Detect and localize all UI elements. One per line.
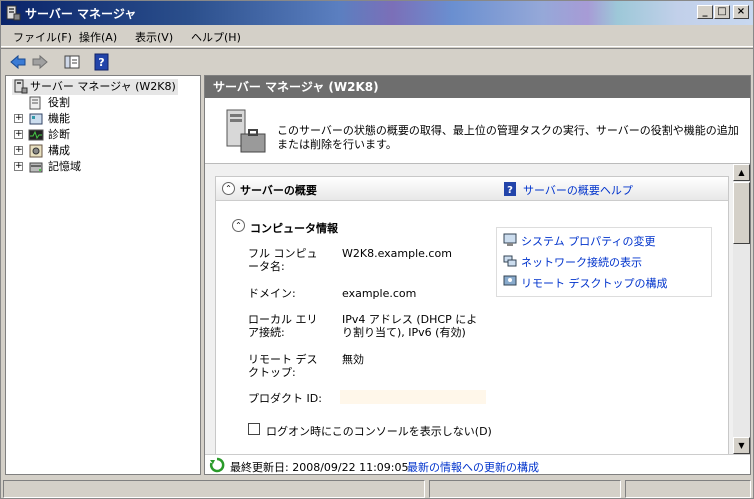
menu-file[interactable]: ファイル(F) bbox=[13, 29, 72, 45]
vertical-scrollbar[interactable]: ▲ ▼ bbox=[733, 164, 750, 454]
description-text: このサーバーの状態の概要の取得、最上位の管理タスクの実行、サーバーの役割や機能の… bbox=[277, 124, 739, 151]
menu-bar: ファイル(F) 操作(A) 表示(V) ヘルプ(H) bbox=[1, 25, 753, 47]
details-header: サーバー マネージャ (W2K8) bbox=[205, 76, 750, 98]
network-connections-link[interactable]: ネットワーク接続の表示 bbox=[521, 254, 642, 270]
product-id-label: プロダクト ID: bbox=[248, 392, 322, 405]
tree-item-label: 機能 bbox=[48, 112, 70, 125]
help-book-icon: ? bbox=[504, 182, 516, 196]
back-arrow-icon[interactable] bbox=[9, 53, 27, 71]
expand-storage-icon[interactable]: + bbox=[14, 162, 23, 171]
forward-arrow-icon[interactable] bbox=[31, 53, 49, 71]
scroll-thumb[interactable] bbox=[733, 182, 750, 244]
network-connections-icon bbox=[503, 255, 517, 267]
tree-root-label: サーバー マネージャ (W2K8) bbox=[30, 80, 176, 93]
hide-console-checkbox-label[interactable]: ログオン時にこのコンソールを表示しない(D) bbox=[266, 423, 492, 439]
storage-icon bbox=[29, 162, 43, 173]
full-computer-name-label: フル コンピュータ名: bbox=[248, 247, 318, 273]
local-area-connection-label: ローカル エリア接続: bbox=[248, 313, 318, 339]
tree-item-label: 役割 bbox=[48, 96, 70, 109]
product-id-value bbox=[340, 390, 486, 404]
tree-item-configuration[interactable]: 構成 bbox=[28, 143, 70, 159]
expand-diagnostics-icon[interactable]: + bbox=[14, 130, 23, 139]
menu-view[interactable]: 表示(V) bbox=[135, 29, 173, 45]
help-icon[interactable]: ? bbox=[93, 53, 111, 71]
computer-info-title: コンピュータ情報 bbox=[250, 222, 338, 235]
remote-desktop-label: リモート デスクトップ: bbox=[248, 353, 318, 379]
tree-item-features[interactable]: 機能 bbox=[28, 111, 70, 127]
refresh-status-bar: 最終更新日: 2008/09/22 11:09:05 最新の情報への更新の構成 bbox=[205, 454, 750, 474]
tree-root[interactable]: サーバー マネージャ (W2K8) bbox=[12, 79, 178, 95]
tasks-box: システム プロパティの変更 ネットワーク接続の表示 リモート デスクトップの構成 bbox=[496, 227, 712, 297]
server-summary-title: サーバーの概要 bbox=[240, 184, 317, 197]
tree-item-label: 構成 bbox=[48, 144, 70, 157]
configuration-icon bbox=[29, 144, 43, 158]
roles-icon bbox=[29, 96, 41, 110]
maximize-button[interactable]: □ bbox=[714, 5, 730, 19]
expand-configuration-icon[interactable]: + bbox=[14, 146, 23, 155]
domain-label: ドメイン: bbox=[248, 287, 296, 300]
full-computer-name-value: W2K8.example.com bbox=[342, 247, 452, 260]
remote-desktop-icon bbox=[503, 275, 517, 286]
console-tree: サーバー マネージャ (W2K8) 役割 + 機能 + 診断 + 構成 + 記憶… bbox=[5, 75, 201, 475]
svg-text:?: ? bbox=[98, 56, 104, 69]
status-cell-1 bbox=[3, 480, 425, 498]
collapse-summary-icon[interactable]: ⌃ bbox=[222, 182, 235, 195]
collapse-computer-info-icon[interactable]: ⌃ bbox=[232, 219, 245, 232]
server-summary-panel: ⌃ サーバーの概要 ? サーバーの概要ヘルプ ⌃ コンピュータ情報 フル コンピ… bbox=[215, 176, 729, 454]
content-scroll-area: ⌃ サーバーの概要 ? サーバーの概要ヘルプ ⌃ コンピュータ情報 フル コンピ… bbox=[205, 164, 750, 454]
remote-desktop-config-link[interactable]: リモート デスクトップの構成 bbox=[521, 275, 668, 291]
server-manager-icon bbox=[6, 5, 21, 21]
tree-item-roles[interactable]: 役割 bbox=[28, 95, 70, 111]
tree-item-diagnostics[interactable]: 診断 bbox=[28, 127, 70, 143]
configure-refresh-link[interactable]: 最新の情報への更新の構成 bbox=[407, 459, 539, 475]
tree-item-label: 記憶域 bbox=[48, 160, 81, 173]
hide-console-checkbox[interactable] bbox=[248, 423, 260, 435]
menu-help[interactable]: ヘルプ(H) bbox=[191, 29, 241, 45]
description-area: このサーバーの状態の概要の取得、最上位の管理タスクの実行、サーバーの役割や機能の… bbox=[205, 98, 750, 164]
local-area-connection-value: IPv4 アドレス (DHCP により割り当て), IPv6 (有効) bbox=[342, 313, 478, 339]
remote-desktop-value: 無効 bbox=[342, 353, 364, 366]
title-bar[interactable]: サーバー マネージャ _ □ × bbox=[1, 1, 753, 25]
expand-features-icon[interactable]: + bbox=[14, 114, 23, 123]
diagnostics-icon bbox=[28, 129, 44, 141]
close-button[interactable]: × bbox=[733, 5, 749, 19]
scroll-down-button[interactable]: ▼ bbox=[733, 437, 750, 454]
tree-item-storage[interactable]: 記憶域 bbox=[28, 159, 81, 175]
system-properties-link[interactable]: システム プロパティの変更 bbox=[521, 233, 656, 249]
status-cell-2 bbox=[429, 480, 621, 498]
status-bar bbox=[1, 478, 753, 498]
status-cell-3 bbox=[625, 480, 751, 498]
features-icon bbox=[29, 113, 43, 125]
scroll-up-button[interactable]: ▲ bbox=[733, 164, 750, 181]
show-hide-console-tree-icon[interactable] bbox=[63, 53, 81, 71]
server-summary-help-link[interactable]: サーバーの概要ヘルプ bbox=[523, 182, 633, 198]
refresh-icon bbox=[209, 457, 225, 473]
server-toolbox-icon bbox=[226, 109, 266, 153]
toolbar: ? bbox=[1, 48, 753, 74]
window-title: サーバー マネージャ bbox=[25, 7, 137, 21]
details-pane: サーバー マネージャ (W2K8) このサーバーの状態の概要の取得、最上位の管理… bbox=[204, 75, 751, 475]
last-updated-text: 最終更新日: 2008/09/22 11:09:05 bbox=[230, 461, 409, 474]
minimize-button[interactable]: _ bbox=[697, 5, 713, 19]
system-properties-icon bbox=[503, 233, 517, 246]
server-icon bbox=[14, 79, 28, 94]
domain-value: example.com bbox=[342, 287, 417, 300]
server-summary-header: ⌃ サーバーの概要 ? サーバーの概要ヘルプ bbox=[216, 177, 728, 201]
menu-action[interactable]: 操作(A) bbox=[79, 29, 117, 45]
server-manager-window: サーバー マネージャ _ □ × ファイル(F) 操作(A) 表示(V) ヘルプ… bbox=[0, 0, 754, 499]
svg-text:?: ? bbox=[507, 185, 513, 196]
tree-item-label: 診断 bbox=[48, 128, 70, 141]
